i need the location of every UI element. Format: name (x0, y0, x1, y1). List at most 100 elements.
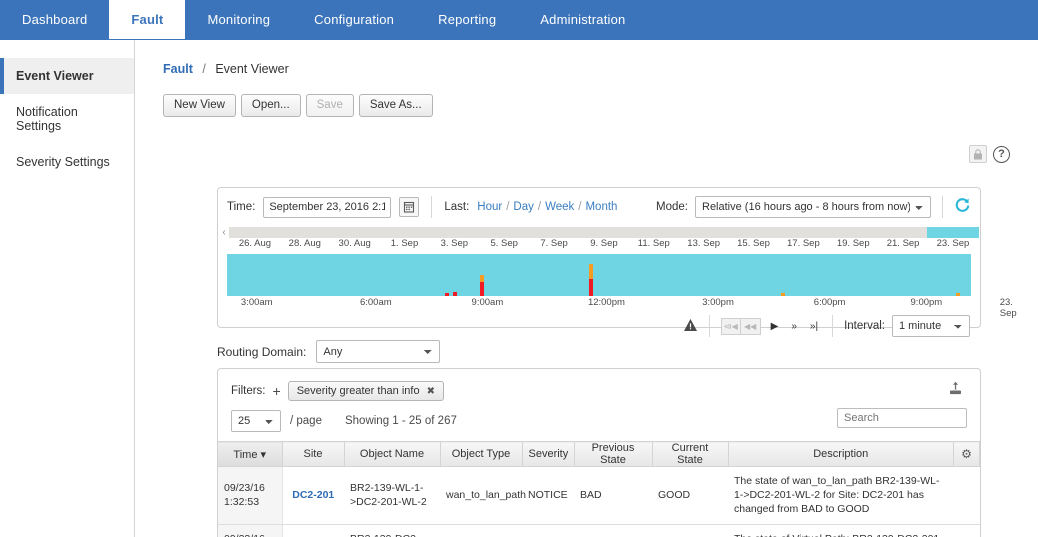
sidebar-item-severity-settings-label: Severity Settings (16, 155, 110, 169)
events-table: Time ▾ Site Object Name Object Type Seve… (218, 441, 980, 537)
routing-domain-row: Routing Domain: Any (217, 340, 441, 363)
last-week-link[interactable]: Week (545, 201, 574, 213)
breadcrumb-current: Event Viewer (215, 62, 289, 76)
timeline-overview-scrollbar[interactable]: ‹ (219, 226, 979, 238)
last-month-link[interactable]: Month (585, 201, 617, 213)
mode-select[interactable]: Relative (16 hours ago - 8 hours from no… (695, 196, 931, 218)
routing-domain-select[interactable]: Any (316, 340, 441, 363)
calendar-icon[interactable] (399, 197, 420, 217)
column-header-object-type[interactable]: Object Type (440, 441, 523, 467)
time-controls-row: Time: Last: (218, 188, 980, 226)
timeline-x-tick: 3:00pm (702, 297, 734, 308)
cell-object-name: BR2-139-DC2-201 (344, 524, 440, 537)
column-header-previous-state[interactable]: Previous State (574, 441, 653, 467)
filter-chip-severity[interactable]: Severity greater than info ✖ (287, 381, 444, 401)
per-page-label: / page (290, 415, 322, 427)
last-sep-2: / (537, 201, 542, 213)
overview-tick: 26. Aug (238, 238, 272, 249)
search-input[interactable] (837, 408, 967, 428)
column-settings-button[interactable]: ⚙ (953, 441, 980, 467)
overview-tick: 28. Aug (288, 238, 321, 249)
playback-play-button[interactable]: ▶ (768, 321, 782, 332)
overview-tick: 19. Sep (836, 238, 870, 249)
events-table-body: 09/23/16 1:32:53 DC2-201 BR2-139-WL-1->D… (218, 466, 980, 537)
column-header-object-name[interactable]: Object Name (344, 441, 441, 467)
timeline-event-bar[interactable] (444, 293, 449, 296)
event-viewer-page: Dashboard Fault Monitoring Configuration… (0, 0, 1038, 537)
timeline-x-tick: 6:00am (359, 297, 392, 308)
timeline-event-bar[interactable] (588, 264, 593, 296)
save-as-button[interactable]: Save As... (358, 94, 433, 117)
event-timeline-chart[interactable] (227, 254, 971, 296)
refresh-icon[interactable] (954, 197, 971, 217)
cell-object-type: virtual path (440, 524, 522, 537)
sidebar-item-severity-settings[interactable]: Severity Settings (0, 144, 134, 180)
column-header-time[interactable]: Time ▾ (218, 441, 283, 467)
overview-tick: 13. Sep (687, 238, 721, 249)
nav-tab-dashboard[interactable]: Dashboard (0, 0, 109, 39)
cell-site[interactable]: DC2-201 (282, 466, 344, 525)
playback-divider-right (832, 315, 834, 337)
timeline-event-bar[interactable] (479, 275, 484, 296)
timeline-overview-track[interactable] (229, 226, 979, 238)
column-header-severity[interactable]: Severity (522, 441, 575, 467)
timeline-event-bar[interactable] (781, 293, 786, 296)
sidebar-item-event-viewer[interactable]: Event Viewer (0, 58, 134, 94)
overview-tick: 17. Sep (787, 238, 820, 249)
cell-severity: NOTICE (522, 524, 574, 537)
column-header-time-label: Time (233, 448, 258, 461)
timeline-x-tick: 6:00pm (813, 297, 846, 308)
page-size-select[interactable]: 25 (231, 410, 281, 432)
playback-prev-button[interactable]: ◀◀ (740, 317, 761, 335)
nav-tab-fault[interactable]: Fault (109, 0, 186, 39)
timeline-x-tick: 3:00am (240, 297, 273, 308)
cell-site[interactable]: DC2-201 (282, 524, 344, 537)
nav-tab-configuration[interactable]: Configuration (292, 0, 416, 39)
lock-icon[interactable] (969, 145, 987, 163)
column-header-site[interactable]: Site (282, 441, 345, 467)
time-input[interactable] (263, 196, 392, 218)
breadcrumb-fault-link[interactable]: Fault (163, 62, 193, 76)
breadcrumb-separator: / (202, 62, 206, 76)
timeline-x-tick: 12:00pm (587, 297, 625, 308)
column-header-current-state[interactable]: Current State (652, 441, 729, 467)
timeline-event-bar[interactable] (453, 292, 458, 296)
last-day-link[interactable]: Day (513, 201, 533, 213)
interval-select[interactable]: 1 minute (892, 315, 970, 337)
timeline-x-tick: 9:00pm (910, 297, 943, 308)
help-icon[interactable]: ? (993, 145, 1010, 163)
sidebar-item-notification-settings[interactable]: Notification Settings (0, 94, 134, 144)
cell-severity: NOTICE (522, 466, 574, 525)
time-label: Time: (227, 201, 256, 213)
nav-tab-fault-label: Fault (131, 12, 164, 27)
column-header-description[interactable]: Description (728, 441, 954, 467)
nav-tab-administration[interactable]: Administration (518, 0, 647, 39)
time-range-panel: Time: Last: (217, 187, 1017, 337)
playback-next-button[interactable]: » (788, 321, 800, 332)
new-view-button[interactable]: New View (163, 94, 236, 117)
nav-tab-monitoring[interactable]: Monitoring (185, 0, 292, 39)
table-row[interactable]: 09/23/16 1:32:53 DC2-201 BR2-139-WL-1->D… (218, 466, 980, 525)
warning-triangle-icon[interactable] (683, 318, 698, 335)
last-hour-link[interactable]: Hour (477, 201, 502, 213)
page-body: Event Viewer Notification Settings Sever… (0, 40, 1038, 537)
export-icon[interactable] (947, 381, 964, 400)
playback-first-button[interactable]: ⧏◀ (720, 317, 741, 335)
close-icon[interactable]: ✖ (427, 386, 435, 397)
cell-description: The state of wan_to_lan_path BR2-139-WL-… (728, 466, 954, 525)
timeline-bar-critical-segment (444, 293, 449, 296)
playback-last-button[interactable]: »| (807, 321, 821, 332)
overview-tick: 9. Sep (590, 238, 618, 249)
cell-spacer (953, 466, 980, 525)
nav-tab-reporting[interactable]: Reporting (416, 0, 518, 39)
nav-tab-administration-label: Administration (540, 12, 626, 27)
last-label: Last: (444, 201, 470, 213)
playback-step-buttons: ⧏◀ ◀◀ (720, 317, 761, 335)
overview-tick: 23. Sep (936, 238, 970, 249)
open-button[interactable]: Open... (240, 94, 301, 117)
timeline-event-bar[interactable] (956, 293, 961, 296)
add-filter-icon[interactable]: + (273, 384, 281, 398)
table-row[interactable]: 09/23/16 1:32:53 DC2-201 BR2-139-DC2-201… (218, 524, 980, 537)
timeline-overview-thumb[interactable] (927, 226, 979, 238)
timeline-scroll-left-icon[interactable]: ‹ (219, 227, 229, 238)
